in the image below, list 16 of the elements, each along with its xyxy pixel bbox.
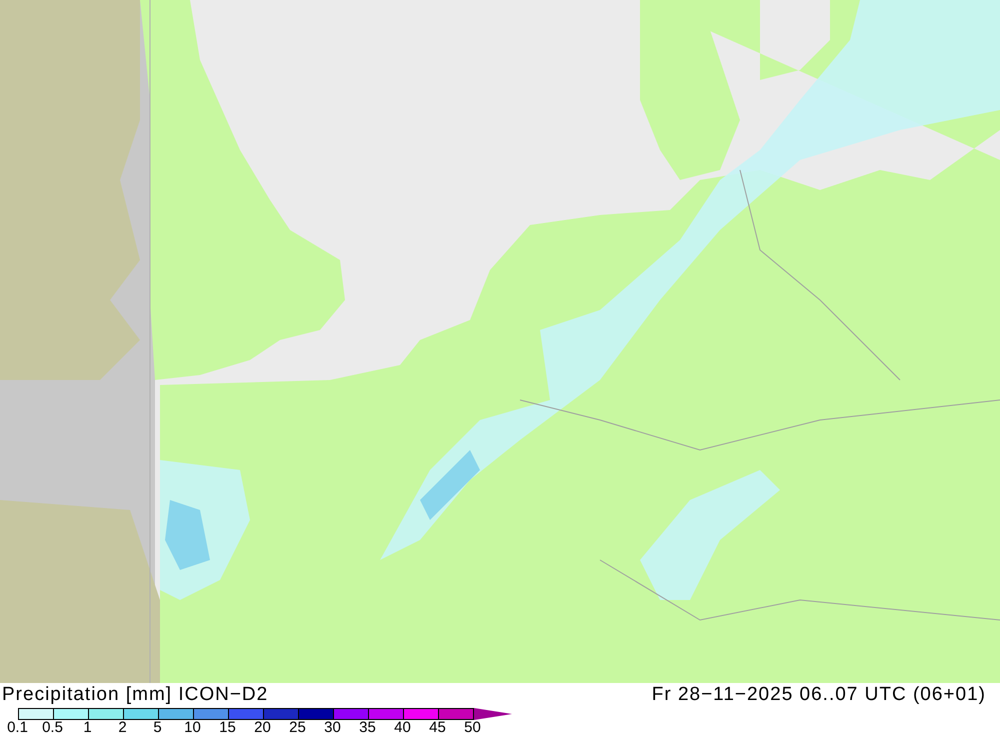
- chart-title: Precipitation [mm] ICON−D2: [2, 684, 268, 706]
- legend-label: 1: [82, 720, 93, 733]
- legend-label: 45: [428, 720, 447, 733]
- legend-label: 40: [393, 720, 412, 733]
- legend-label: 25: [288, 720, 307, 733]
- legend-label: 2: [117, 720, 128, 733]
- legend-label: 35: [358, 720, 377, 733]
- legend-label: 30: [323, 720, 342, 733]
- legend-label: 0.5: [41, 720, 64, 733]
- legend-label: 0.1: [6, 720, 29, 733]
- legend-label: 20: [253, 720, 272, 733]
- legend-label: 50: [463, 720, 482, 733]
- forecast-datetime: Fr 28−11−2025 06..07 UTC (06+01): [652, 684, 986, 706]
- legend-label: 15: [218, 720, 237, 733]
- legend-label: 5: [152, 720, 163, 733]
- legend-label: 10: [183, 720, 202, 733]
